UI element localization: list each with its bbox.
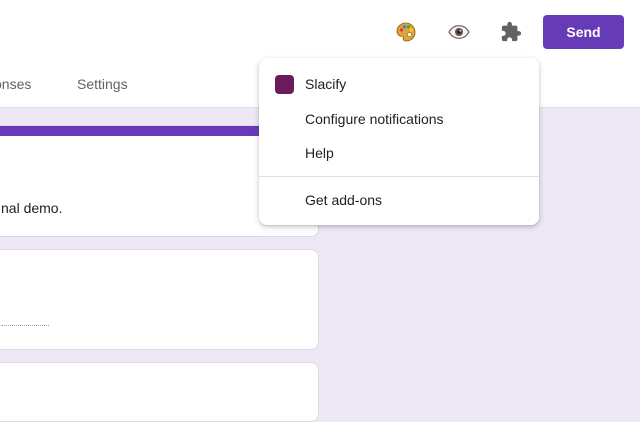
eye-icon [448,25,470,39]
customize-theme-button[interactable] [390,16,422,48]
menu-item-label: Get add-ons [305,192,383,208]
puzzle-icon [501,21,522,42]
menu-item-label: Slacify [305,76,347,92]
menu-item-help[interactable]: Help [259,136,539,170]
menu-divider [259,176,539,177]
answer-placeholder-line [1,325,49,326]
preview-button[interactable] [443,16,475,48]
addons-button[interactable] [495,16,527,48]
palette-icon [396,22,416,42]
menu-item-label: Help [305,145,334,161]
menu-item-configure-notifications[interactable]: Configure notifications [259,102,539,136]
question-card[interactable] [0,362,319,422]
slacify-icon [275,75,294,94]
form-description: nal demo. [1,200,63,216]
tab-settings[interactable]: Settings [77,76,128,92]
menu-item-label: Configure notifications [305,111,444,127]
addons-menu: Slacify Configure notifications Help Get… [259,58,539,225]
send-button[interactable]: Send [543,15,624,49]
menu-item-slacify[interactable]: Slacify [259,67,539,101]
top-app-bar: Send [0,0,640,64]
question-card[interactable] [0,249,319,350]
tab-responses[interactable]: onses [0,76,31,92]
menu-item-get-addons[interactable]: Get add-ons [259,183,539,217]
